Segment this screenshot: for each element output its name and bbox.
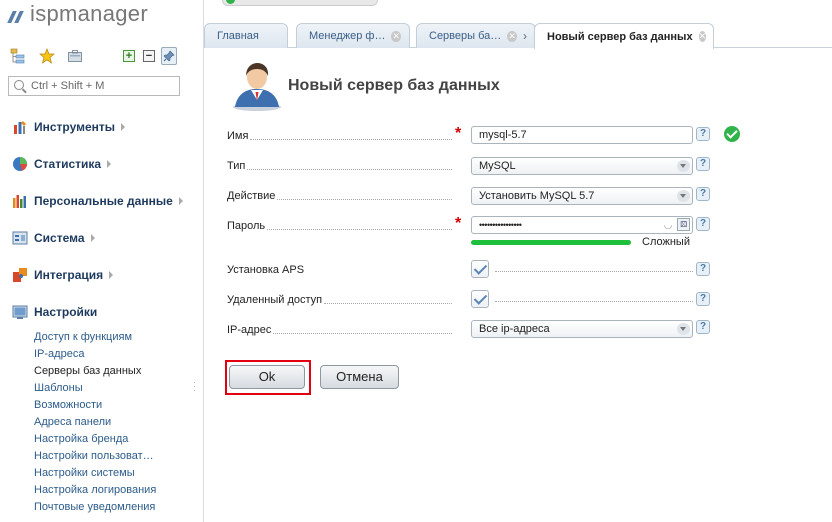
sidebar-item-branding[interactable]: Настройка бренда — [34, 431, 184, 448]
name-field[interactable]: mysql-5.7 — [471, 126, 693, 144]
sidebar-item-mail-notifications[interactable]: Почтовые уведомления — [34, 499, 184, 516]
settings-submenu: Доступ к функциям IP-адреса Серверы баз … — [34, 329, 184, 516]
logo-text: ispmanager — [30, 1, 148, 26]
top-notification-strip — [222, 0, 378, 6]
help-icon[interactable]: ? — [696, 217, 710, 231]
remote-access-checkbox[interactable] — [471, 290, 489, 308]
close-icon[interactable]: ✕ — [391, 30, 401, 42]
tab-home[interactable]: Главная — [204, 23, 288, 48]
sidebar-item-system-settings[interactable]: Настройки системы — [34, 465, 184, 482]
sidebar-item-features[interactable]: Возможности — [34, 397, 184, 414]
bar-chart-icon — [12, 193, 28, 209]
help-icon[interactable]: ? — [696, 262, 710, 276]
show-password-icon[interactable]: ◡ — [664, 218, 673, 234]
chevron-right-icon: › — [523, 29, 527, 43]
divider — [495, 301, 693, 302]
chart-pie-icon — [12, 156, 28, 172]
ok-button[interactable]: Ok — [229, 365, 305, 389]
menu-group-system[interactable]: Система — [12, 229, 95, 247]
sidebar-item-ip-addresses[interactable]: IP-адреса — [34, 346, 184, 363]
ip-address-label: IP-адрес — [227, 323, 452, 337]
chevron-down-icon — [677, 323, 690, 335]
valid-check-icon — [724, 126, 740, 142]
system-icon — [12, 230, 28, 246]
help-icon[interactable]: ? — [696, 320, 710, 334]
tab-new-db-server[interactable]: Новый сервер баз данных ✕ — [534, 23, 714, 49]
ip-address-select[interactable]: Все ip-адреса — [471, 320, 693, 338]
required-mark: * — [455, 125, 462, 142]
puzzle-icon — [12, 267, 28, 283]
generate-password-icon[interactable]: ⚄ — [677, 218, 690, 231]
tree-icon[interactable] — [10, 48, 26, 64]
app-logo[interactable]: ispmanager — [7, 0, 148, 28]
sidebar-item-logging[interactable]: Настройка логирования — [34, 482, 184, 499]
menu-group-personal-data[interactable]: Персональные данные — [12, 192, 183, 210]
sidebar-item-function-access[interactable]: Доступ к функциям — [34, 329, 184, 346]
briefcase-icon[interactable] — [67, 48, 83, 64]
star-icon[interactable] — [39, 48, 55, 64]
form-panel: Новый сервер баз данных Имя * mysql-5.7 … — [205, 49, 832, 522]
sidebar-toolbar: + − — [10, 47, 180, 66]
user-avatar-icon — [229, 61, 285, 111]
sidebar: ispmanager + − Ctrl + Shift + M Инструме… — [0, 0, 188, 522]
chevron-right-icon — [107, 160, 112, 168]
help-icon[interactable]: ? — [696, 127, 710, 141]
sidebar-splitter[interactable]: · · · — [188, 0, 204, 522]
expand-all-icon[interactable]: + — [121, 48, 137, 64]
help-icon[interactable]: ? — [696, 292, 710, 306]
chevron-down-icon — [677, 160, 690, 172]
remote-access-label: Удаленный доступ — [227, 293, 452, 307]
page-title: Новый сервер баз данных — [288, 77, 500, 94]
tools-icon — [12, 119, 28, 135]
logo-mark-icon — [7, 5, 26, 23]
name-label: Имя — [227, 129, 452, 143]
required-mark: * — [455, 215, 462, 232]
chevron-down-icon — [677, 190, 690, 202]
help-icon[interactable]: ? — [696, 157, 710, 171]
tab-db-servers[interactable]: Серверы ба… ✕ › — [416, 23, 536, 48]
action-label: Действие — [227, 189, 452, 203]
sidebar-item-templates[interactable]: Шаблоны — [34, 380, 184, 397]
close-icon[interactable]: ✕ — [698, 31, 707, 42]
password-strength-fill — [471, 240, 631, 245]
sidebar-item-panel-addresses[interactable]: Адреса панели — [34, 414, 184, 431]
status-dot-icon — [226, 0, 235, 4]
menu-group-statistics[interactable]: Статистика — [12, 155, 112, 173]
aps-label: Установка APS — [227, 264, 307, 276]
aps-checkbox[interactable] — [471, 260, 489, 278]
collapse-all-icon[interactable]: − — [141, 48, 157, 64]
type-select[interactable]: MySQL — [471, 157, 693, 175]
chevron-right-icon — [109, 271, 114, 279]
menu-group-settings[interactable]: Настройки — [12, 303, 97, 321]
chevron-right-icon — [178, 197, 183, 205]
chevron-right-icon — [121, 123, 126, 131]
tab-file-manager[interactable]: Менеджер ф… ✕ — [296, 23, 410, 48]
help-icon[interactable]: ? — [696, 187, 710, 201]
action-select[interactable]: Установить MySQL 5.7 — [471, 187, 693, 205]
sidebar-item-user-settings[interactable]: Настройки пользоват… — [34, 448, 184, 465]
password-strength-bar — [471, 240, 631, 245]
password-label: Пароль — [227, 219, 452, 233]
cancel-button[interactable]: Отмена — [320, 365, 399, 389]
search-icon — [14, 80, 24, 90]
sidebar-item-db-servers[interactable]: Серверы баз данных — [34, 363, 184, 380]
password-field[interactable]: •••••••••••••••• ◡ ⚄ — [471, 216, 693, 234]
settings-icon — [12, 304, 28, 320]
search-placeholder: Ctrl + Shift + M — [31, 80, 105, 92]
divider — [495, 271, 693, 272]
grip-icon: · · · — [193, 377, 196, 395]
menu-group-integration[interactable]: Интеграция — [12, 266, 114, 284]
password-strength-label: Сложный — [642, 236, 690, 248]
chevron-right-icon — [90, 234, 95, 242]
type-label: Тип — [227, 159, 452, 173]
pin-icon[interactable] — [161, 47, 177, 65]
sidebar-search-input[interactable]: Ctrl + Shift + M — [8, 76, 180, 96]
menu-group-tools[interactable]: Инструменты — [12, 118, 126, 136]
close-icon[interactable]: ✕ — [507, 30, 517, 42]
